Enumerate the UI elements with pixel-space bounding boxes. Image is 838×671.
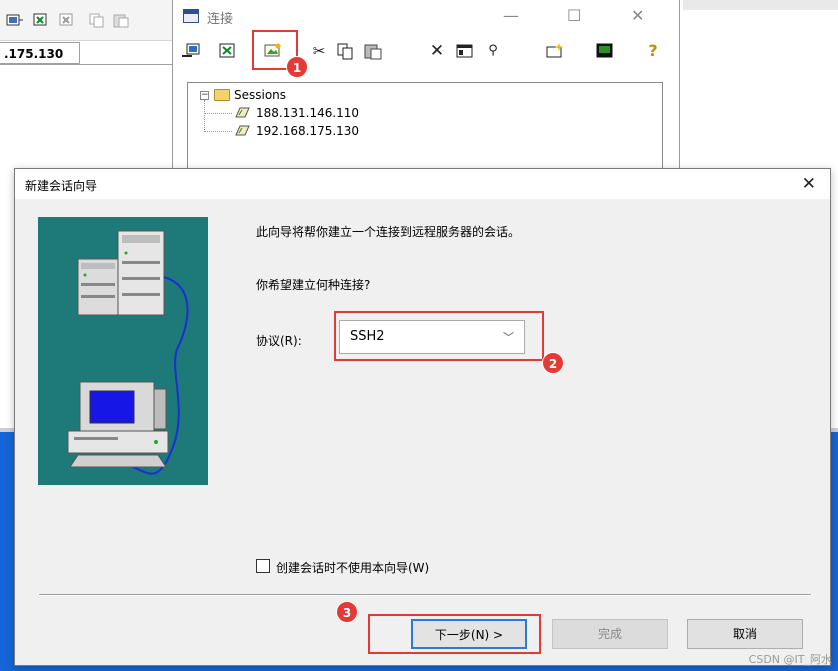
cancel-button[interactable]: 取消 [687,619,803,649]
find-icon[interactable]: ⚲ [483,42,503,60]
maximize-button[interactable]: ☐ [567,6,581,26]
connect-window-titlebar: 连接 — ☐ ✕ [173,0,681,34]
wizard-illustration [38,217,208,485]
protocol-label: 协议(R): [256,334,302,348]
copy-icon[interactable] [335,42,355,60]
background-toolbar [0,0,172,41]
watermark: CSDN @IT_阿水 [748,653,832,666]
wizard-question-text: 你希望建立何种连接? [256,278,371,292]
copy-icon[interactable] [88,12,106,28]
reconnect-icon[interactable] [32,12,50,28]
session-item-2[interactable]: 192.168.175.130 [256,123,359,139]
session-tab[interactable]: .175.130 [0,42,80,64]
wizard-titlebar: 新建会话向导 ✕ [15,169,830,199]
skip-wizard-label[interactable]: 创建会话时不使用本向导(W) [276,559,429,576]
properties-icon[interactable] [455,42,475,60]
session-icon [235,107,250,118]
terminal-icon[interactable] [595,42,615,60]
step-badge-1: 1 [286,56,308,78]
disconnect-icon[interactable] [58,12,76,28]
tree-connector [204,100,205,132]
wizard-body: 此向导将帮你建立一个连接到远程服务器的会话。 你希望建立何种连接? 协议(R):… [15,199,830,665]
tree-root-label[interactable]: Sessions [234,87,286,103]
tab-strip-line [0,64,172,65]
connect-window: 连接 — ☐ ✕ ✂ ✕ ⚲ ? − Sessions 188.131.146.… [172,0,680,175]
wizard-intro-text: 此向导将帮你建立一个连接到远程服务器的会话。 [256,225,521,239]
paste-icon[interactable] [112,12,130,28]
session-tree: − Sessions 188.131.146.110 192.168.175.1… [187,82,663,175]
finish-button[interactable]: 完成 [552,619,668,649]
background-strip [683,0,838,10]
app-window-icon [183,9,199,23]
tree-connector [204,113,232,114]
servers-computer-image [67,230,189,475]
close-button[interactable]: ✕ [631,6,644,26]
wizard-title: 新建会话向导 [25,179,98,193]
divider-highlight [39,595,811,596]
paste-icon[interactable] [363,42,383,60]
connect-window-title: 连接 [207,12,234,27]
step-badge-2: 2 [542,352,564,374]
quick-connect-icon[interactable] [217,42,237,60]
skip-wizard-checkbox[interactable] [256,559,270,573]
folder-icon [214,89,230,101]
minimize-button[interactable]: — [503,6,519,26]
step-badge-3: 3 [336,601,358,623]
highlight-protocol [334,311,544,361]
collapse-icon[interactable]: − [200,91,209,100]
help-icon[interactable]: ? [643,42,663,60]
connect-icon[interactable] [6,12,24,28]
connect-toolbar: ✂ ✕ ⚲ ? [173,34,681,66]
session-item-1[interactable]: 188.131.146.110 [256,105,359,121]
session-icon [235,125,250,136]
delete-icon[interactable]: ✕ [427,42,447,60]
tree-connector [204,131,232,132]
cut-icon[interactable]: ✂ [309,42,329,60]
wizard-close-button[interactable]: ✕ [802,174,816,194]
new-folder-icon[interactable] [545,42,565,60]
new-session-wizard: 新建会话向导 ✕ 此向导将帮你建立一个连接到远程服务器的会话。 你希望建立何种连… [14,168,831,666]
connect-icon[interactable] [181,42,201,60]
highlight-next-button [368,614,541,654]
